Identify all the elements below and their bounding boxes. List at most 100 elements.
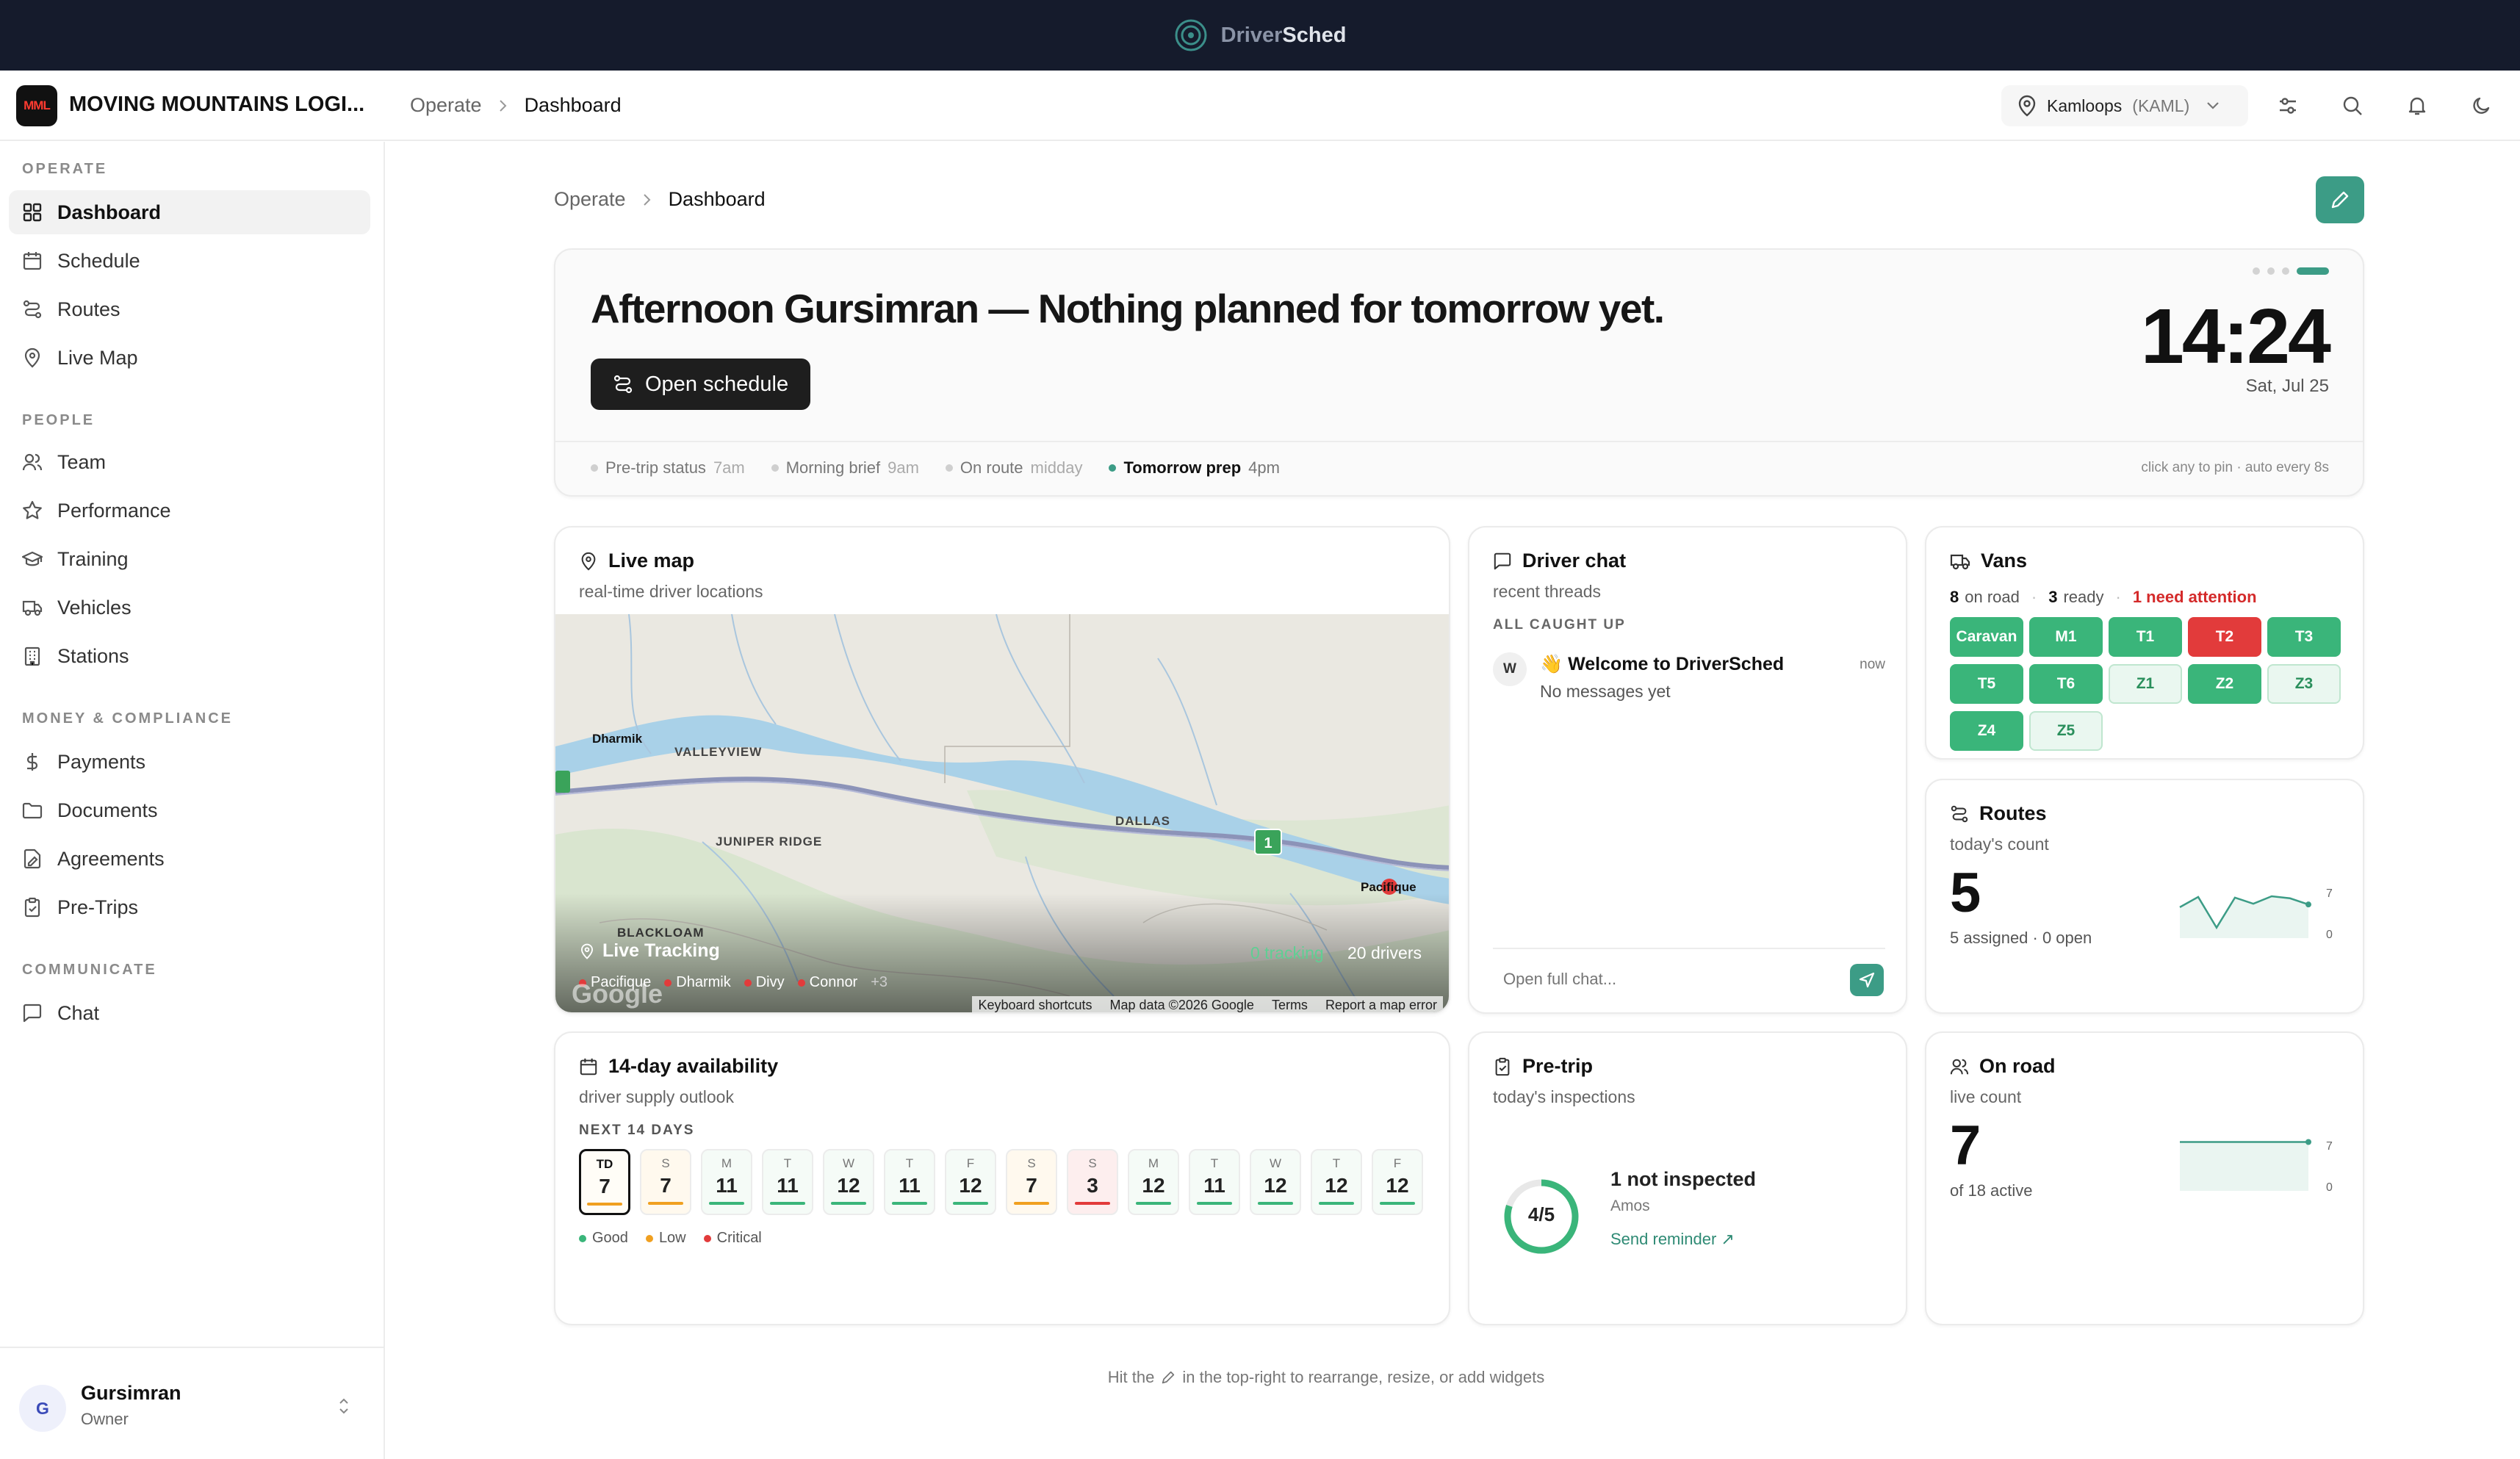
chat-input[interactable] (1493, 961, 1846, 998)
day-tile[interactable]: T 11 (1189, 1149, 1240, 1215)
van-tile-t3[interactable]: T3 (2267, 617, 2341, 657)
send-icon (1858, 971, 1876, 989)
vans-attention: 1 need attention (2132, 588, 2257, 606)
van-tile-z2[interactable]: Z2 (2188, 664, 2261, 704)
phase-morning-brief[interactable]: Morning brief 9am (771, 458, 919, 478)
van-tile-t5[interactable]: T5 (1950, 664, 2023, 704)
day-strip: TD 7 S 7 M 11 T 11 W 12 T 11 F 12 S 7 S 3 M 12 T 11 W 12 T 12 F 12 (579, 1149, 1423, 1215)
sidebar-item-live-map[interactable]: Live Map (9, 336, 370, 380)
sidebar-item-chat[interactable]: Chat (9, 991, 370, 1035)
routes-sparkline (2179, 895, 2311, 938)
chat-status: ALL CAUGHT UP (1493, 617, 1626, 633)
day-tile[interactable]: S7 (1006, 1149, 1057, 1215)
sidebar-item-performance[interactable]: Performance (9, 489, 370, 533)
filters-icon[interactable] (2272, 90, 2304, 122)
day-tile[interactable]: M 11 (701, 1149, 752, 1215)
onroad-card: On road live count 7 of 18 active 7 0 (1925, 1031, 2364, 1325)
day-label: T (1210, 1156, 1219, 1170)
day-tile[interactable]: TD 7 (579, 1149, 630, 1215)
day-tile[interactable]: T 11 (884, 1149, 935, 1215)
phase-tomorrow-prep[interactable]: Tomorrow prep 4pm (1109, 458, 1280, 478)
bell-icon[interactable] (2401, 90, 2433, 122)
breadcrumb-dashboard: Dashboard (668, 188, 766, 210)
live-tracking-label: Live Tracking (579, 940, 720, 962)
legend-dharmik[interactable]: Dharmik (664, 974, 731, 991)
driver-chat-card: Driver chat recent threads ALL CAUGHT UP… (1468, 526, 1907, 1014)
day-label: S (1088, 1156, 1097, 1170)
user-menu[interactable]: G Gursimran Owner (0, 1347, 385, 1459)
send-button[interactable] (1850, 964, 1884, 996)
terms-link[interactable]: Terms (1272, 998, 1308, 1012)
legend-divy[interactable]: Divy (744, 974, 785, 991)
spark-area (2180, 896, 2308, 938)
sidebar-item-pre-trips[interactable]: Pre-Trips (9, 885, 370, 929)
route-icon (22, 299, 43, 320)
edit-layout-button[interactable] (2316, 176, 2364, 223)
breadcrumb-operate[interactable]: Operate (410, 94, 482, 117)
route-icon (613, 374, 633, 395)
chat-thread[interactable]: W 👋 Welcome to DriverSched now No messag… (1493, 649, 1885, 708)
day-label: M (721, 1156, 732, 1170)
van-tile-m1[interactable]: M1 (2029, 617, 2103, 657)
van-tile-t2[interactable]: T2 (2188, 617, 2261, 657)
sidebar-item-agreements[interactable]: Agreements (9, 837, 370, 881)
day-tile[interactable]: T 12 (1311, 1149, 1362, 1215)
day-label: F (966, 1156, 975, 1170)
spark-max-label: 7 (2326, 1140, 2333, 1153)
send-reminder-link[interactable]: Send reminder ↗ (1610, 1230, 1735, 1249)
phase-on-route[interactable]: On route midday (945, 458, 1082, 478)
section-title-operate: OPERATE (22, 161, 108, 177)
day-tile[interactable]: M 12 (1128, 1149, 1179, 1215)
van-tile-t6[interactable]: T6 (2029, 664, 2103, 704)
van-tile-z4[interactable]: Z4 (1950, 711, 2023, 751)
sidebar-item-schedule[interactable]: Schedule (9, 239, 370, 283)
report-error-link[interactable]: Report a map error (1325, 998, 1437, 1012)
file-signature-icon (22, 849, 43, 869)
sidebar-item-team[interactable]: Team (9, 440, 370, 484)
van-tile-z1[interactable]: Z1 (2109, 664, 2182, 704)
sidebar-item-vehicles[interactable]: Vehicles (9, 586, 370, 630)
day-tile[interactable]: F 12 (945, 1149, 996, 1215)
thread-title: 👋 Welcome to DriverSched (1540, 654, 1785, 674)
layout-hint: Hit the in the top-right to rearrange, r… (1107, 1368, 1545, 1386)
location-selector[interactable]: Kamloops (KAML) (2001, 85, 2248, 126)
truck-icon (22, 597, 43, 618)
van-tile-z5[interactable]: Z5 (2029, 711, 2103, 751)
hero-pager[interactable] (2253, 267, 2329, 275)
day-value: 7 (1026, 1174, 1037, 1197)
map-marker-pacifique[interactable]: Pacifique (1361, 880, 1416, 895)
day-tile[interactable]: S7 (640, 1149, 691, 1215)
phase-pre-trip[interactable]: Pre-trip status 7am (591, 458, 745, 478)
sidebar-item-training[interactable]: Training (9, 537, 370, 581)
map-view[interactable]: 1 VALLEYVIEW JUNIPER RIDGE DALLAS BLACKL… (555, 614, 1449, 1012)
day-tile[interactable]: W 12 (1250, 1149, 1301, 1215)
search-icon[interactable] (2336, 90, 2369, 122)
day-status-bar (587, 1203, 622, 1206)
moon-icon[interactable] (2466, 90, 2498, 122)
map-data-text: Map data ©2026 Google (1109, 998, 1254, 1012)
day-tile[interactable]: S3 (1067, 1149, 1118, 1215)
location-code: (KAML) (2132, 96, 2190, 115)
van-tile-caravan[interactable]: Caravan (1950, 617, 2023, 657)
sidebar-item-documents[interactable]: Documents (9, 788, 370, 832)
page-breadcrumb: Operate Dashboard (554, 188, 766, 211)
day-tile[interactable]: W 12 (823, 1149, 874, 1215)
van-tile-z3[interactable]: Z3 (2267, 664, 2341, 704)
van-tile-t1[interactable]: T1 (2109, 617, 2182, 657)
keyboard-shortcuts-link[interactable]: Keyboard shortcuts (978, 998, 1092, 1012)
open-schedule-button[interactable]: Open schedule (591, 359, 811, 410)
org-name[interactable]: MOVING MOUNTAINS LOGI... (69, 93, 364, 117)
next-days-label: NEXT 14 DAYS (579, 1123, 695, 1138)
sidebar-item-label: Team (57, 450, 107, 473)
breadcrumb-operate[interactable]: Operate (554, 188, 626, 211)
day-tile[interactable]: T 11 (762, 1149, 813, 1215)
legend-connor[interactable]: Connor (797, 974, 857, 991)
header: MML MOVING MOUNTAINS LOGI... Operate Das… (0, 71, 2520, 141)
sidebar-item-payments[interactable]: Payments (9, 740, 370, 784)
sidebar-item-stations[interactable]: Stations (9, 634, 370, 678)
sidebar-item-routes[interactable]: Routes (9, 287, 370, 331)
map-marker-dharmik[interactable]: Dharmik (592, 732, 642, 746)
vans-card: Vans 8 on road · 3 ready · 1 need attentio… (1925, 526, 2364, 760)
sidebar-item-dashboard[interactable]: Dashboard (9, 190, 370, 234)
day-tile[interactable]: F 12 (1372, 1149, 1423, 1215)
